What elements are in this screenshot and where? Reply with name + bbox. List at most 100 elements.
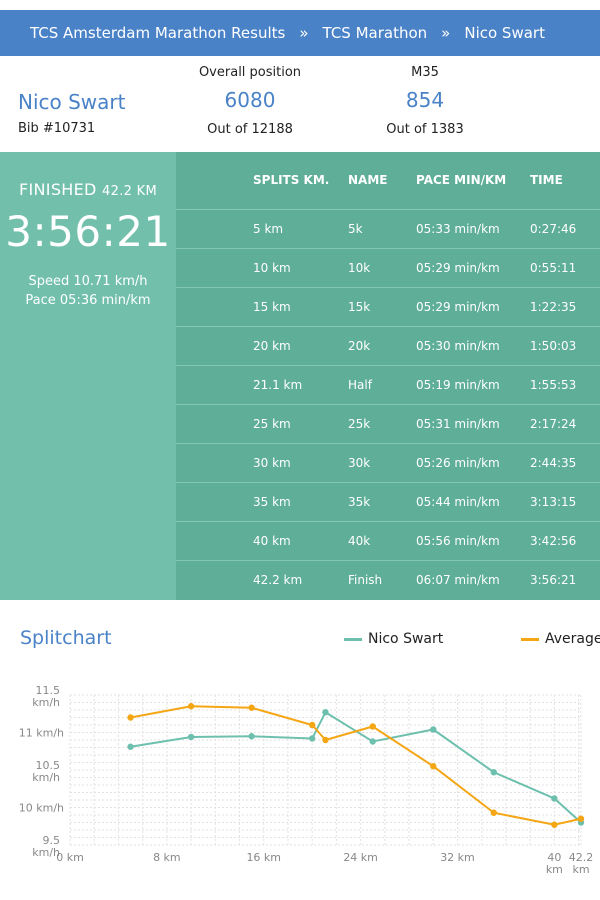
bib-number: Bib #10731 [18, 121, 96, 136]
category-position-total: Out of 1383 [386, 122, 464, 137]
split-name: Finish [348, 559, 416, 599]
splits-table: SPLITS KM. NAME PACE MIN/KM TIME 5 km 5k… [176, 152, 600, 599]
split-pace: 05:31 min/km [416, 403, 530, 443]
table-row: 35 km 35k 05:44 min/km 3:13:15 [176, 481, 600, 521]
table-row: 15 km 15k 05:29 min/km 1:22:35 [176, 286, 600, 326]
split-pace: 05:26 min/km [416, 442, 530, 482]
split-name: 25k [348, 403, 416, 443]
y-tick-label: 11 km/h [19, 727, 64, 740]
breadcrumb-current-runner: Nico Swart [464, 24, 545, 42]
overall-position-label: Overall position [198, 65, 302, 80]
series-line-runner [130, 710, 582, 824]
legend-item-runner[interactable]: Nico Swart [344, 631, 443, 647]
legend-label-runner: Nico Swart [368, 631, 444, 647]
overall-position-total: Out of 12188 [207, 122, 293, 137]
split-pace: 05:56 min/km [416, 520, 530, 560]
data-point-runner [187, 733, 195, 741]
split-pace: 05:30 min/km [416, 325, 530, 365]
splits-header-row: SPLITS KM. NAME PACE MIN/KM TIME [176, 152, 600, 209]
split-name: 15k [348, 286, 416, 326]
data-point-runner [551, 795, 558, 802]
series-line-average [130, 705, 582, 826]
split-time: 2:44:35 [530, 442, 600, 482]
split-name-header: NAME [348, 173, 388, 188]
data-point-runner [127, 743, 134, 750]
splits-panel: SPLITS KM. NAME PACE MIN/KM TIME 5 km 5k… [176, 152, 600, 600]
table-row: 21.1 km Half 05:19 min/km 1:55:53 [176, 364, 600, 404]
average-speed: Speed 10.71 km/h [28, 274, 148, 289]
data-point-runner [322, 709, 329, 716]
finish-time: 3:56:21 [5, 207, 171, 256]
x-tick-label: 32 km [440, 851, 475, 864]
split-pace: 05:19 min/km [416, 364, 530, 404]
x-tick-label: 16 km [246, 851, 281, 864]
overall-position-value: 6080 [224, 88, 276, 112]
table-row: 10 km 10k 05:29 min/km 0:55:11 [176, 247, 600, 287]
x-tick-label: km [572, 863, 589, 876]
split-name: 5k [348, 208, 416, 248]
y-tick-label: 10 km/h [19, 802, 64, 815]
split-distance: 10 km [176, 247, 348, 287]
split-distance: 21.1 km [176, 364, 348, 404]
breadcrumb-separator: » [299, 24, 309, 42]
split-time: 1:22:35 [530, 286, 600, 326]
split-distance: 30 km [176, 442, 348, 482]
split-distance: 40 km [176, 520, 348, 560]
split-time: 3:42:56 [530, 520, 600, 560]
table-row: 30 km 30k 05:26 min/km 2:44:35 [176, 442, 600, 482]
legend-swatch-runner [344, 637, 362, 641]
data-point-average [187, 703, 195, 710]
time-header: TIME [530, 173, 563, 188]
split-name: Half [348, 364, 416, 404]
split-time: 3:13:15 [530, 481, 600, 521]
overall-position-stat: Overall position 6080 Out of 12188 [190, 65, 310, 137]
finished-distance: 42.2 KM [102, 184, 157, 199]
data-point-average [322, 736, 329, 744]
breadcrumb-event-link[interactable]: TCS Amsterdam Marathon Results [30, 24, 285, 42]
split-distance: 5 km [176, 208, 348, 248]
breadcrumb-race-link[interactable]: TCS Marathon [323, 24, 428, 42]
split-name: 10k [348, 247, 416, 287]
table-row: 25 km 25k 05:31 min/km 2:17:24 [176, 403, 600, 443]
split-distance: 25 km [176, 403, 348, 443]
data-point-average [248, 704, 255, 711]
split-pace: 05:29 min/km [416, 286, 530, 326]
split-distance: 20 km [176, 325, 348, 365]
y-tick-label: km/h [32, 696, 60, 709]
table-row: 20 km 20k 05:30 min/km 1:50:03 [176, 325, 600, 365]
finished-heading: FINISHED 42.2 KM [0, 180, 176, 199]
split-chart: 9.5km/h10 km/h10.5km/h11 km/h11.5km/h0 k… [19, 684, 594, 876]
splits-km-header: SPLITS KM. [253, 173, 330, 188]
breadcrumb-separator: » [441, 24, 451, 42]
data-point-average [577, 815, 585, 822]
pace-header: PACE MIN/KM [416, 173, 507, 188]
x-tick-label: 8 km [153, 851, 181, 864]
split-name: 20k [348, 325, 416, 365]
split-pace: 05:44 min/km [416, 481, 530, 521]
split-distance: 35 km [176, 481, 348, 521]
legend-swatch-average [521, 637, 539, 641]
split-pace: 05:33 min/km [416, 208, 530, 248]
split-pace: 05:29 min/km [416, 247, 530, 287]
legend-item-average[interactable]: Average [521, 631, 600, 647]
data-point-average [490, 809, 498, 816]
split-pace: 06:07 min/km [416, 559, 530, 599]
data-point-average [551, 821, 558, 828]
data-point-runner [369, 738, 376, 745]
finish-summary-panel: FINISHED 42.2 KM 3:56:21 Speed 10.71 km/… [0, 152, 176, 600]
split-time: 1:50:03 [530, 325, 600, 365]
x-tick-label: 0 km [56, 851, 84, 864]
split-time: 3:56:21 [530, 559, 600, 599]
data-point-average [369, 723, 376, 730]
category-label: M35 [411, 65, 439, 80]
data-point-runner [248, 733, 255, 740]
split-time: 0:55:11 [530, 247, 600, 287]
table-row: 5 km 5k 05:33 min/km 0:27:46 [176, 208, 600, 248]
data-point-average [430, 763, 437, 770]
table-row: 42.2 km Finish 06:07 min/km 3:56:21 [176, 559, 600, 599]
legend-label-average: Average [545, 631, 600, 647]
split-name: 40k [348, 520, 416, 560]
split-time: 1:55:53 [530, 364, 600, 404]
data-point-average [308, 721, 316, 729]
data-point-runner [490, 769, 498, 776]
